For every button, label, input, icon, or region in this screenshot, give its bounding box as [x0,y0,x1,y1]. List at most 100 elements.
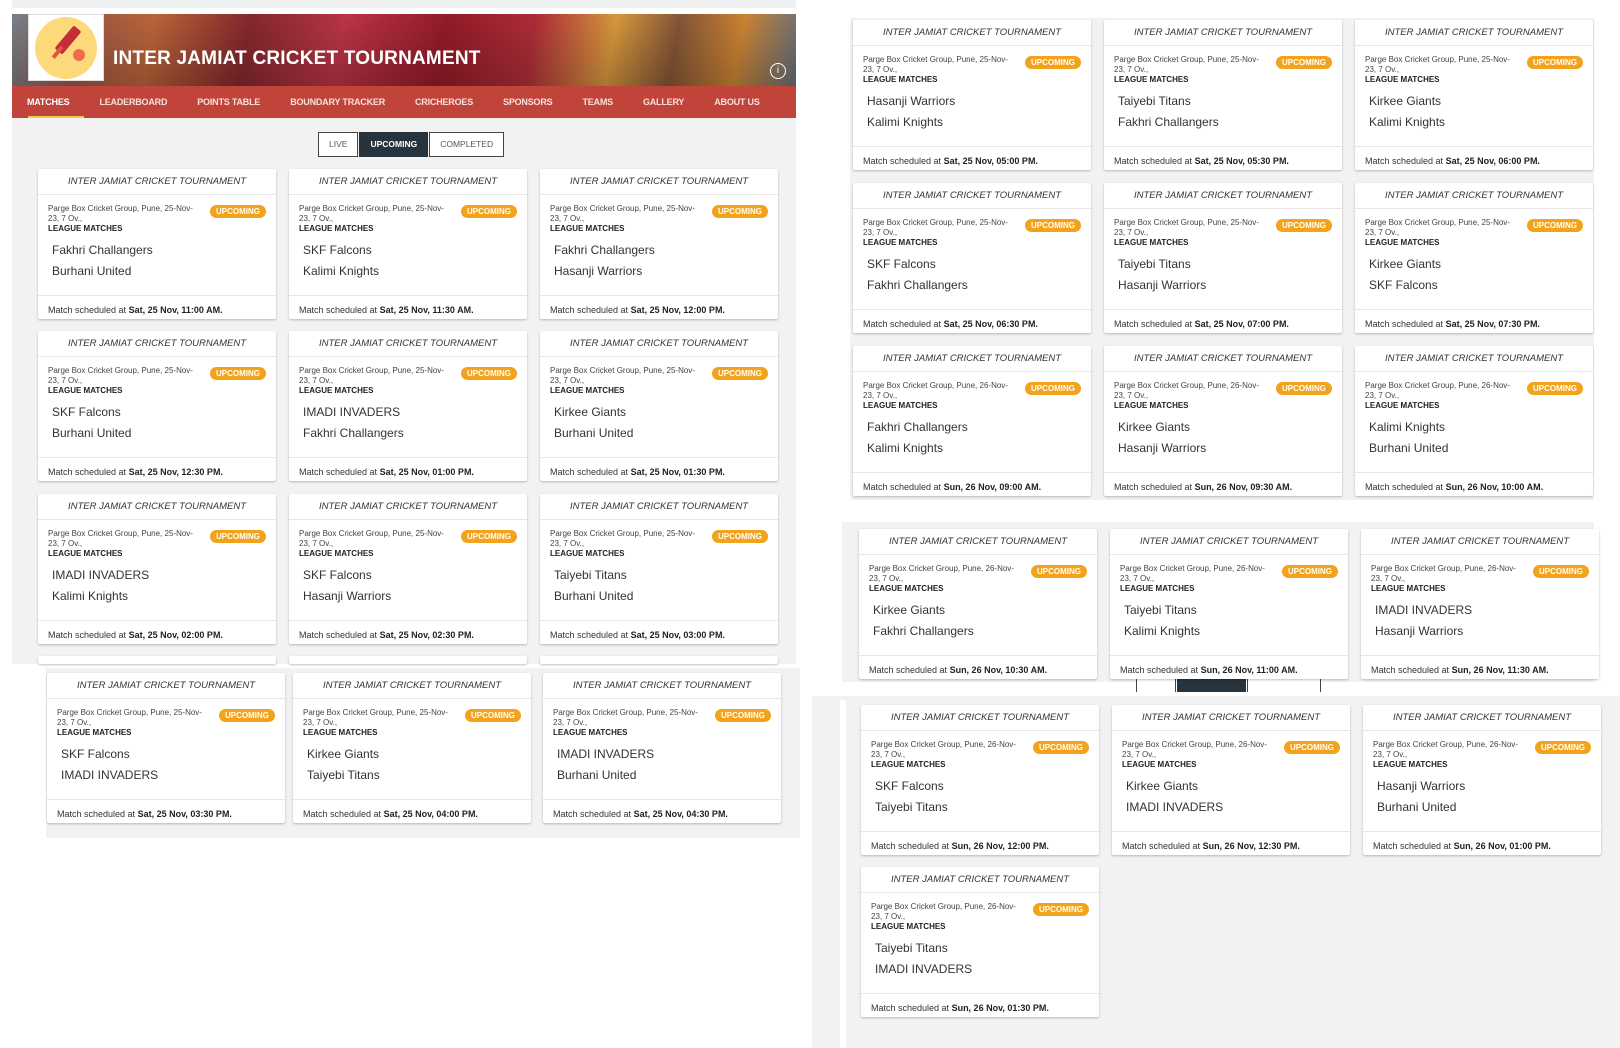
match-card[interactable]: INTER JAMIAT CRICKET TOURNAMENT Parge Bo… [853,183,1091,333]
match-schedule: Match scheduled at Sat, 25 Nov, 01:30 PM… [540,457,778,481]
match-venue: Parge Box Cricket Group, Pune, 25-Nov-23… [57,708,202,727]
cricket-bat-ball-icon [35,16,97,79]
match-card[interactable]: INTER JAMIAT CRICKET TOURNAMENT Parge Bo… [540,331,778,481]
status-badge: UPCOMING [1284,741,1340,754]
match-card[interactable]: INTER JAMIAT CRICKET TOURNAMENT Parge Bo… [289,494,527,644]
match-schedule: Match scheduled at Sat, 25 Nov, 12:30 PM… [38,457,276,481]
team-1: IMADI INVADERS [303,405,401,419]
nav-item-about-us[interactable]: ABOUT US [699,86,774,118]
match-card[interactable]: INTER JAMIAT CRICKET TOURNAMENT Parge Bo… [47,673,285,823]
card-tournament-name: INTER JAMIAT CRICKET TOURNAMENT [1355,183,1593,209]
match-card[interactable]: INTER JAMIAT CRICKET TOURNAMENT Parge Bo… [1110,529,1348,679]
schedule-prefix: Match scheduled at [550,305,631,315]
card-tournament-name: INTER JAMIAT CRICKET TOURNAMENT [1355,346,1593,372]
match-schedule: Match scheduled at Sat, 25 Nov, 04:00 PM… [293,799,531,823]
match-card[interactable]: INTER JAMIAT CRICKET TOURNAMENT Parge Bo… [861,867,1099,1017]
match-venue: Parge Box Cricket Group, Pune, 25-Nov-23… [299,204,444,223]
match-league: LEAGUE MATCHES [863,401,938,410]
match-card[interactable]: INTER JAMIAT CRICKET TOURNAMENT Parge Bo… [1355,346,1593,496]
card-tournament-name: INTER JAMIAT CRICKET TOURNAMENT [861,867,1099,893]
schedule-time: Sat, 25 Nov, 05:00 PM. [943,156,1038,166]
status-badge: UPCOMING [1276,219,1332,232]
match-league: LEAGUE MATCHES [863,238,938,247]
match-card[interactable]: INTER JAMIAT CRICKET TOURNAMENT Parge Bo… [289,169,527,319]
match-league: LEAGUE MATCHES [48,549,123,558]
match-card[interactable]: INTER JAMIAT CRICKET TOURNAMENT Parge Bo… [38,331,276,481]
nav-item-gallery[interactable]: GALLERY [628,86,699,118]
match-card[interactable]: INTER JAMIAT CRICKET TOURNAMENT Parge Bo… [1363,705,1601,855]
match-card[interactable]: INTER JAMIAT CRICKET TOURNAMENT Parge Bo… [1112,705,1350,855]
team-2: Kalimi Knights [867,441,944,455]
team-1: Kalimi Knights [1369,420,1446,434]
match-schedule: Match scheduled at Sun, 26 Nov, 11:00 AM… [1110,655,1348,679]
nav-item-leaderboard[interactable]: LEADERBOARD [84,86,182,118]
schedule-prefix: Match scheduled at [863,156,944,166]
nav-item-matches[interactable]: MATCHES [12,86,85,118]
match-venue: Parge Box Cricket Group, Pune, 26-Nov-23… [1365,381,1510,400]
main-nav: MATCHES LEADERBOARD POINTS TABLE BOUNDARY T… [12,86,796,118]
match-card[interactable]: INTER JAMIAT CRICKET TOURNAMENT Parge Bo… [543,673,781,823]
status-badge: UPCOMING [461,530,517,543]
schedule-prefix: Match scheduled at [1373,841,1454,851]
team-2: Fakhri Challangers [867,278,968,292]
match-schedule: Match scheduled at Sun, 26 Nov, 09:00 AM… [853,472,1091,496]
status-badge: UPCOMING [1527,56,1583,69]
match-card[interactable]: INTER JAMIAT CRICKET TOURNAMENT Parge Bo… [540,169,778,319]
match-card[interactable]: INTER JAMIAT CRICKET TOURNAMENT Parge Bo… [1104,346,1342,496]
nav-item-boundary-tracker[interactable]: BOUNDARY TRACKER [275,86,400,118]
match-venue: Parge Box Cricket Group, Pune, 25-Nov-23… [1365,218,1510,237]
match-card[interactable]: INTER JAMIAT CRICKET TOURNAMENT Parge Bo… [293,673,531,823]
match-card[interactable]: INTER JAMIAT CRICKET TOURNAMENT Parge Bo… [859,529,1097,679]
card-tournament-name: INTER JAMIAT CRICKET TOURNAMENT [289,331,527,357]
info-circle-icon[interactable]: i [770,63,786,79]
card-tournament-name: INTER JAMIAT CRICKET TOURNAMENT [1104,346,1342,372]
schedule-prefix: Match scheduled at [48,467,129,477]
team-1: IMADI INVADERS [52,568,150,582]
team-1: SKF Falcons [303,243,372,257]
card-tournament-name: INTER JAMIAT CRICKET TOURNAMENT [540,169,778,195]
match-card[interactable]: INTER JAMIAT CRICKET TOURNAMENT Parge Bo… [861,705,1099,855]
match-venue: Parge Box Cricket Group, Pune, 26-Nov-23… [1122,740,1267,759]
toggle-completed[interactable]: COMPLETED [429,132,505,157]
card-tournament-name: INTER JAMIAT CRICKET TOURNAMENT [543,673,781,699]
status-badge: UPCOMING [1025,56,1081,69]
schedule-time: Sat, 25 Nov, 11:00 AM. [128,305,223,315]
match-card[interactable]: INTER JAMIAT CRICKET TOURNAMENT Parge Bo… [38,169,276,319]
card-tournament-name: INTER JAMIAT CRICKET TOURNAMENT [540,494,778,520]
match-league: LEAGUE MATCHES [1365,75,1440,84]
match-card[interactable]: INTER JAMIAT CRICKET TOURNAMENT Parge Bo… [1355,20,1593,170]
match-card[interactable]: INTER JAMIAT CRICKET TOURNAMENT Parge Bo… [1361,529,1599,679]
team-1: Kirkee Giants [1118,420,1191,434]
match-schedule: Match scheduled at Sat, 25 Nov, 06:00 PM… [1355,146,1593,170]
status-badge: UPCOMING [210,205,266,218]
match-card-stub [289,656,527,664]
match-card[interactable]: INTER JAMIAT CRICKET TOURNAMENT Parge Bo… [1104,183,1342,333]
tournament-title: INTER JAMIAT CRICKET TOURNAMENT [113,48,481,69]
nav-item-teams[interactable]: TEAMS [567,86,628,118]
schedule-prefix: Match scheduled at [1114,319,1195,329]
match-league: LEAGUE MATCHES [871,922,946,931]
status-badge: UPCOMING [461,367,517,380]
match-card[interactable]: INTER JAMIAT CRICKET TOURNAMENT Parge Bo… [38,494,276,644]
match-card[interactable]: INTER JAMIAT CRICKET TOURNAMENT Parge Bo… [853,346,1091,496]
toggle-live[interactable]: LIVE [318,132,359,157]
card-tournament-name: INTER JAMIAT CRICKET TOURNAMENT [38,169,276,195]
status-badge: UPCOMING [1276,56,1332,69]
match-schedule: Match scheduled at Sat, 25 Nov, 11:30 AM… [289,295,527,319]
team-1: SKF Falcons [867,257,936,271]
schedule-prefix: Match scheduled at [869,665,950,675]
match-venue: Parge Box Cricket Group, Pune, 26-Nov-23… [1114,381,1259,400]
nav-item-cricheroes[interactable]: CRICHEROES [400,86,488,118]
team-2: Hasanji Warriors [1118,441,1207,455]
match-card[interactable]: INTER JAMIAT CRICKET TOURNAMENT Parge Bo… [289,331,527,481]
match-venue: Parge Box Cricket Group, Pune, 25-Nov-23… [48,204,193,223]
nav-item-sponsors[interactable]: SPONSORS [488,86,567,118]
match-card[interactable]: INTER JAMIAT CRICKET TOURNAMENT Parge Bo… [1104,20,1342,170]
match-card[interactable]: INTER JAMIAT CRICKET TOURNAMENT Parge Bo… [853,20,1091,170]
nav-item-points-table[interactable]: POINTS TABLE [182,86,275,118]
schedule-prefix: Match scheduled at [48,305,129,315]
match-card[interactable]: INTER JAMIAT CRICKET TOURNAMENT Parge Bo… [1355,183,1593,333]
match-card[interactable]: INTER JAMIAT CRICKET TOURNAMENT Parge Bo… [540,494,778,644]
toggle-upcoming[interactable]: UPCOMING [359,132,429,157]
match-schedule: Match scheduled at Sat, 25 Nov, 11:00 AM… [38,295,276,319]
